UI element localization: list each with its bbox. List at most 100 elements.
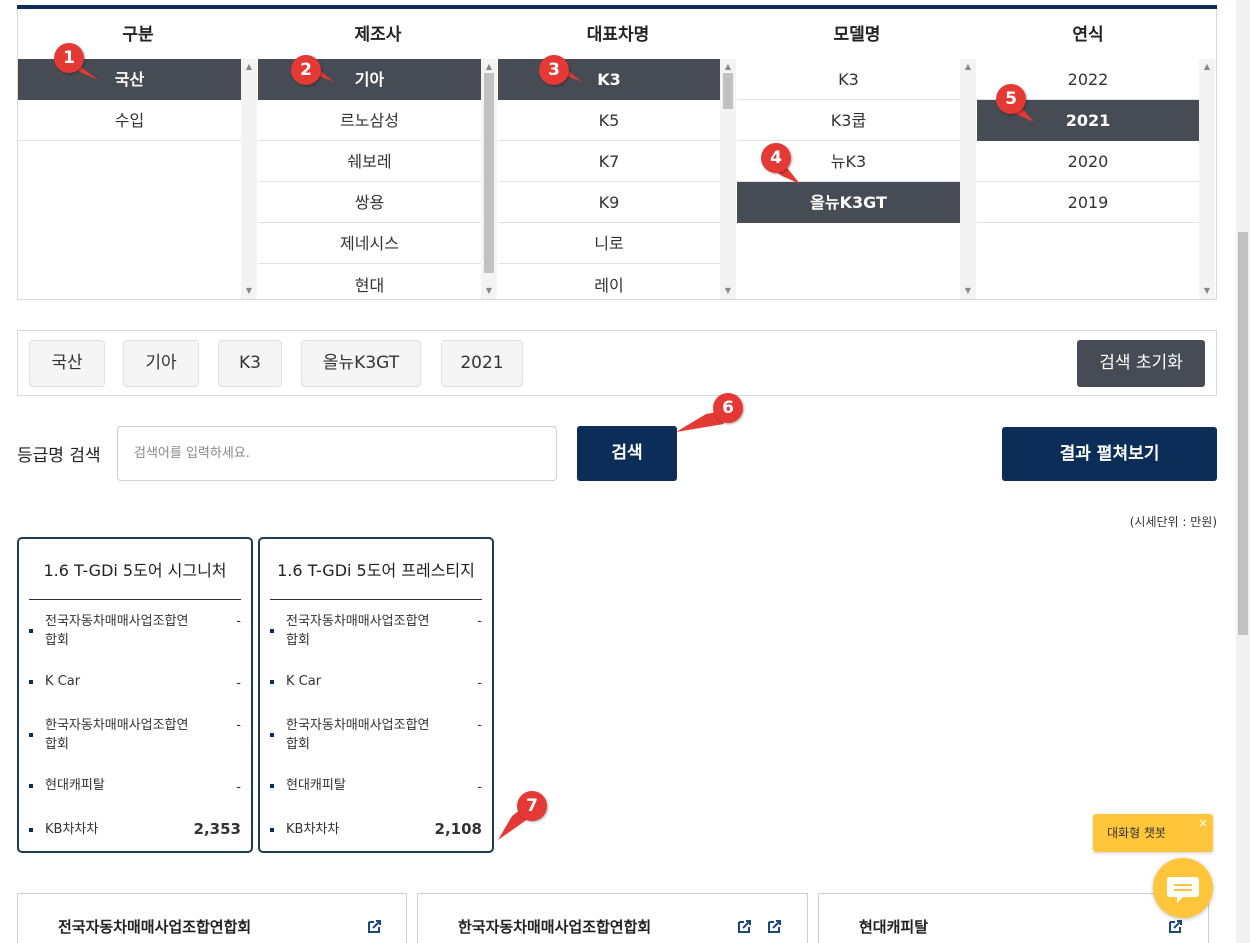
list-item[interactable]: 쌍용 [258, 182, 481, 223]
list-item[interactable]: 현대 [258, 264, 481, 299]
source-name: 한국자동차매매사업조합연합회 [286, 718, 430, 752]
grade-card[interactable]: 1.6 T-GDi 5도어 시그니처 전국자동차매매사업조합연합회 - K Ca… [17, 537, 253, 853]
column-scrollbar[interactable]: ▲ ▼ [720, 59, 736, 299]
external-link-icon[interactable] [1169, 919, 1183, 933]
step-badge: 1 [54, 43, 84, 73]
scroll-up-icon[interactable]: ▲ [241, 61, 257, 73]
scroll-down-icon[interactable]: ▼ [481, 285, 497, 297]
scroll-down-icon[interactable]: ▼ [241, 285, 257, 297]
list-item[interactable]: 국산 [18, 59, 241, 100]
scroll-down-icon[interactable]: ▼ [960, 285, 976, 297]
card-row: K Car - [29, 672, 241, 692]
column-list: 국산 수입 [18, 59, 241, 141]
scroll-up-icon[interactable]: ▲ [720, 61, 736, 73]
filter-chip-category[interactable]: 국산 [29, 340, 105, 387]
card-title: 1.6 T-GDi 5도어 시그니처 [29, 539, 241, 600]
scroll-thumb[interactable] [723, 73, 733, 109]
external-link-icon[interactable] [738, 919, 752, 933]
column-header: 구분 [122, 25, 154, 45]
column-header: 모델명 [833, 25, 881, 45]
column-scrollbar[interactable]: ▲ ▼ [1199, 59, 1215, 299]
filter-chip-year[interactable]: 2021 [441, 340, 523, 387]
bullet-icon [29, 680, 33, 684]
bullet-icon [270, 733, 274, 737]
expand-results-button[interactable]: 결과 펼쳐보기 [1002, 427, 1217, 481]
step-badge: 5 [996, 84, 1026, 114]
price-value: 2,108 [434, 820, 482, 838]
scroll-down-icon[interactable]: ▼ [1199, 285, 1215, 297]
list-item[interactable]: 2019 [977, 182, 1199, 223]
price-value: - [477, 676, 482, 691]
chatbot-button[interactable] [1153, 858, 1213, 918]
page-scrollbar[interactable] [1236, 0, 1250, 943]
list-item[interactable]: K9 [498, 182, 720, 223]
list-item[interactable]: 올뉴K3GT [737, 182, 960, 223]
page-scroll-thumb[interactable] [1238, 232, 1248, 635]
filter-chip-manufacturer[interactable]: 기아 [123, 340, 199, 387]
scroll-thumb[interactable] [484, 73, 494, 273]
column-header: 연식 [1072, 25, 1104, 45]
card-row: 현대캐피탈 - [29, 776, 241, 796]
column-list: 기아 르노삼성 쉐보레 쌍용 제네시스 현대 [258, 59, 481, 299]
list-item[interactable]: K7 [498, 141, 720, 182]
step-badge: 4 [761, 143, 791, 173]
search-button[interactable]: 검색 [577, 426, 677, 481]
grade-card[interactable]: 1.6 T-GDi 5도어 프레스티지 전국자동차매매사업조합연합회 - K C… [258, 537, 494, 853]
column-scrollbar[interactable]: ▲ ▼ [241, 59, 257, 299]
source-name: 현대캐피탈 [286, 778, 346, 793]
bullet-icon [29, 828, 33, 832]
list-item[interactable]: K3쿱 [737, 100, 960, 141]
external-link-icon[interactable] [768, 919, 782, 933]
column-header: 대표차명 [586, 25, 650, 45]
scroll-up-icon[interactable]: ▲ [960, 61, 976, 73]
card-row: 전국자동차매매사업조합연합회 - [270, 612, 482, 652]
price-value: - [236, 676, 241, 691]
close-icon[interactable]: × [1198, 816, 1208, 830]
filter-chip-representative[interactable]: K3 [218, 340, 282, 387]
bullet-icon [270, 784, 274, 788]
list-item[interactable]: K5 [498, 100, 720, 141]
bullet-icon [270, 629, 274, 633]
column-representative-name: 대표차명 K3 K5 K7 K9 니로 레이 ▲ ▼ [498, 9, 738, 299]
external-link-icon[interactable] [368, 919, 382, 933]
column-list: K3 K5 K7 K9 니로 레이 [498, 59, 720, 299]
scroll-up-icon[interactable]: ▲ [1199, 61, 1215, 73]
card-title: 1.6 T-GDi 5도어 프레스티지 [270, 539, 482, 600]
column-scrollbar[interactable]: ▲ ▼ [481, 59, 497, 299]
column-scrollbar[interactable]: ▲ ▼ [960, 59, 976, 299]
source-name: 전국자동차매매사업조합연합회 [45, 614, 189, 648]
selected-filters: 국산 기아 K3 올뉴K3GT 2021 검색 초기화 [17, 330, 1217, 396]
card-row: KB차차차 2,353 [29, 820, 241, 842]
column-list: K3 K3쿱 뉴K3 올뉴K3GT [737, 59, 960, 223]
card-row: 한국자동차매매사업조합연합회 - [270, 716, 482, 756]
price-value: - [236, 614, 241, 629]
card-row: 전국자동차매매사업조합연합회 - [29, 612, 241, 652]
grade-search-input[interactable] [117, 426, 557, 481]
chatbot-tooltip[interactable]: 대화형 챗봇 × [1093, 814, 1213, 852]
bullet-icon [270, 680, 274, 684]
list-item[interactable]: 제네시스 [258, 223, 481, 264]
price-value: - [477, 718, 482, 733]
filter-chip-model[interactable]: 올뉴K3GT [301, 340, 421, 387]
list-item[interactable]: 니로 [498, 223, 720, 264]
list-item[interactable]: 2020 [977, 141, 1199, 182]
step-badge: 3 [539, 55, 569, 85]
price-unit-note: (시세단위 : 만원) [1129, 515, 1217, 529]
grade-search-label: 등급명 검색 [17, 446, 101, 466]
source-name: KB차차차 [286, 822, 340, 837]
source-name: KB차차차 [45, 822, 99, 837]
list-item[interactable]: 수입 [18, 100, 241, 141]
price-value: - [236, 718, 241, 733]
source-name: 한국자동차매매사업조합연합회 [45, 718, 189, 752]
reset-search-button[interactable]: 검색 초기화 [1077, 340, 1205, 387]
list-item[interactable]: K3 [737, 59, 960, 100]
list-item[interactable]: 레이 [498, 264, 720, 299]
scroll-down-icon[interactable]: ▼ [720, 285, 736, 297]
step-badge: 7 [517, 791, 547, 821]
scroll-up-icon[interactable]: ▲ [481, 61, 497, 73]
list-item[interactable]: 쉐보레 [258, 141, 481, 182]
step-badge: 6 [713, 393, 743, 423]
list-item[interactable]: K3 [498, 59, 720, 100]
source-panel: 한국자동차매매사업조합연합회 [417, 893, 808, 943]
list-item[interactable]: 르노삼성 [258, 100, 481, 141]
